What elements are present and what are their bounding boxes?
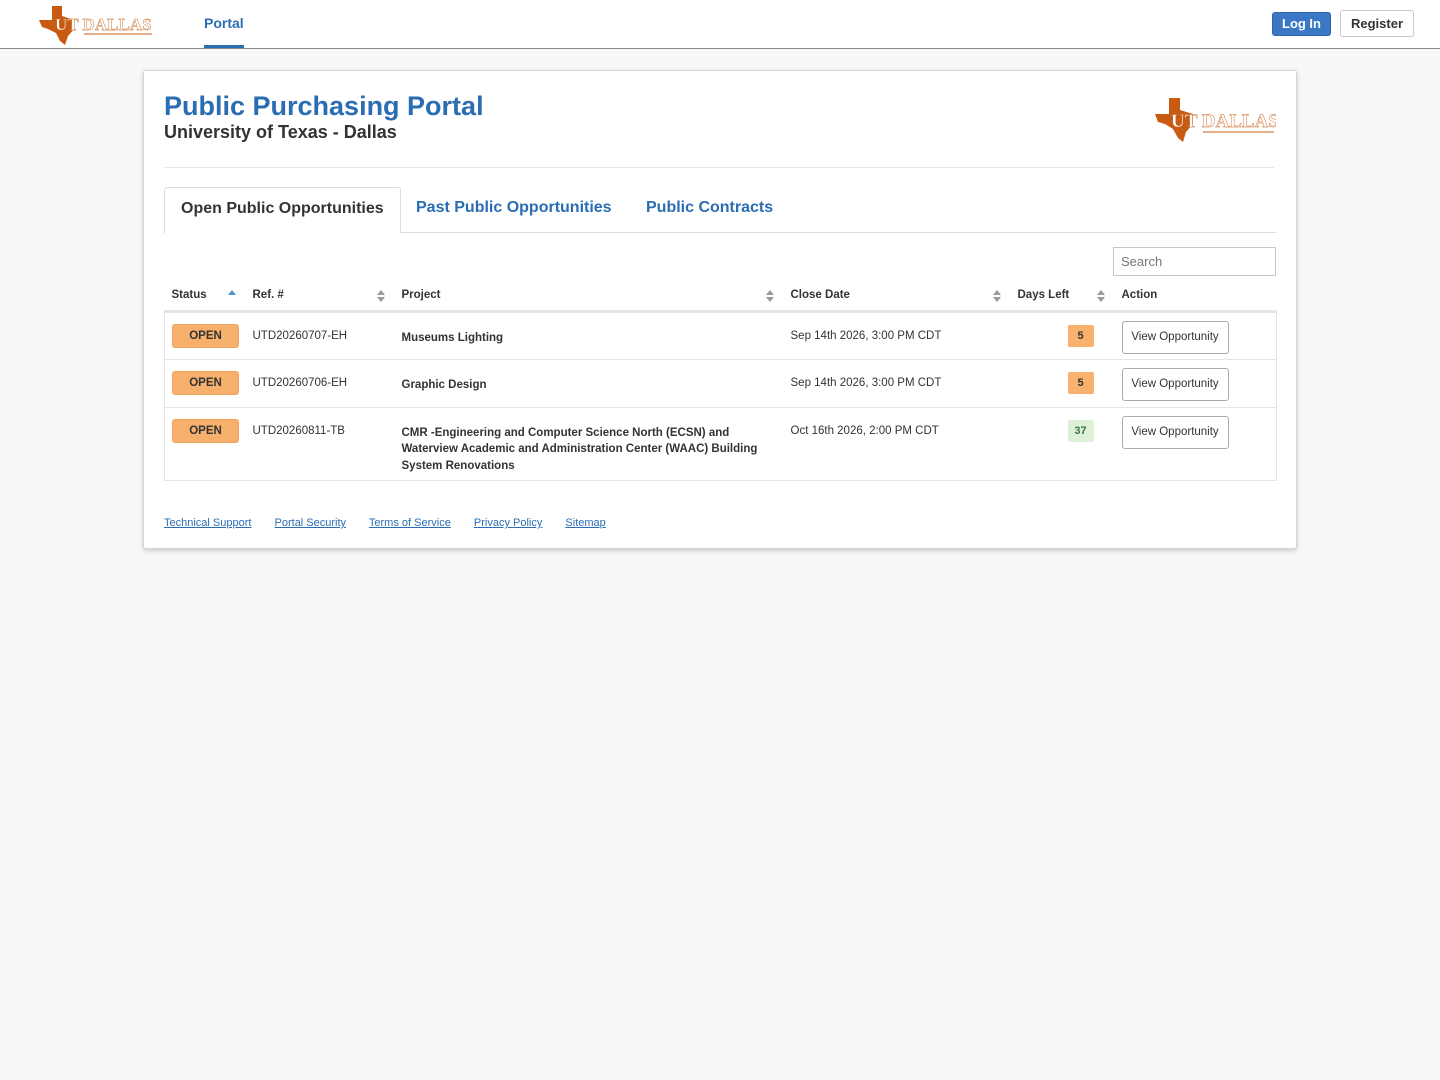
col-header-label: Days Left	[1017, 289, 1070, 302]
col-header-action: Action	[1114, 281, 1277, 313]
opportunities-table: Status Ref. # Project Close Date Days Le…	[164, 281, 1277, 481]
status-badge: OPEN	[172, 323, 239, 348]
project-name: Graphic Design	[401, 378, 487, 391]
project-name: Museums Lighting	[401, 331, 504, 344]
project-name: CMR -Engineering and Computer Science No…	[401, 426, 758, 472]
tab-past-public-opportunities[interactable]: Past Public Opportunities	[400, 187, 628, 233]
portal-card: Public Purchasing Portal University of T…	[143, 70, 1297, 549]
page-subtitle: University of Texas - Dallas	[164, 122, 397, 142]
col-header-project[interactable]: Project	[394, 281, 784, 313]
sort-asc-icon	[227, 290, 236, 295]
logo-text: UT DALLAS	[55, 15, 152, 34]
close-date: Sep 14th 2026, 3:00 PM CDT	[790, 376, 942, 389]
card-logo-text: UT DALLAS	[1171, 111, 1276, 132]
days-left-badge: 5	[1067, 324, 1094, 347]
footer-link-terms-of-service[interactable]: Terms of Service	[369, 517, 451, 529]
days-left-badge: 37	[1067, 419, 1094, 442]
utd-card-logo: UT DALLAS	[1155, 98, 1276, 142]
close-date: Oct 16th 2026, 2:00 PM CDT	[790, 424, 939, 437]
footer-links: Technical Support Portal Security Terms …	[164, 517, 626, 529]
table-row: OPEN UTD20260706-EH Graphic Design Sep 1…	[164, 359, 1277, 408]
col-header-status[interactable]: Status	[164, 281, 246, 313]
search-input[interactable]	[1113, 247, 1276, 276]
sort-both-icon	[992, 290, 1001, 302]
login-button[interactable]: Log In	[1272, 12, 1331, 36]
table-row: OPEN UTD20260811-TB CMR -Engineering and…	[164, 407, 1277, 481]
page-title: Public Purchasing Portal	[164, 91, 484, 121]
title-divider	[164, 167, 1274, 168]
table-header-row: Status Ref. # Project Close Date Days Le…	[164, 281, 1277, 313]
footer-link-privacy-policy[interactable]: Privacy Policy	[474, 517, 542, 529]
col-header-days-left[interactable]: Days Left	[1010, 281, 1115, 313]
tab-public-contracts[interactable]: Public Contracts	[630, 187, 789, 233]
opportunity-tabs: Open Public Opportunities Past Public Op…	[164, 187, 1276, 234]
register-button[interactable]: Register	[1340, 10, 1414, 37]
col-header-label: Action	[1121, 289, 1158, 302]
col-header-close-date[interactable]: Close Date	[783, 281, 1011, 313]
ref-number: UTD20260811-TB	[252, 424, 345, 437]
col-header-label: Ref. #	[252, 289, 284, 302]
table-row: OPEN UTD20260707-EH Museums Lighting Sep…	[164, 311, 1277, 360]
top-nav: UT DALLAS Portal Log In Register	[0, 0, 1440, 49]
view-opportunity-button[interactable]: View Opportunity	[1121, 415, 1229, 449]
col-header-label: Status	[171, 289, 207, 302]
view-opportunity-button[interactable]: View Opportunity	[1121, 367, 1229, 401]
col-header-label: Project	[401, 289, 441, 302]
view-opportunity-button[interactable]: View Opportunity	[1121, 320, 1229, 354]
col-header-label: Close Date	[790, 289, 850, 302]
ref-number: UTD20260707-EH	[252, 329, 348, 342]
status-badge: OPEN	[172, 370, 239, 395]
col-header-ref[interactable]: Ref. #	[245, 281, 395, 313]
utd-logo[interactable]: UT DALLAS	[38, 3, 154, 45]
close-date: Sep 14th 2026, 3:00 PM CDT	[790, 329, 942, 342]
sort-both-icon	[376, 290, 385, 302]
footer-link-portal-security[interactable]: Portal Security	[275, 517, 347, 529]
footer-link-technical-support[interactable]: Technical Support	[164, 517, 251, 529]
ref-number: UTD20260706-EH	[252, 376, 348, 389]
nav-tab-portal[interactable]: Portal	[204, 0, 244, 48]
days-left-badge: 5	[1067, 371, 1094, 394]
footer-link-sitemap[interactable]: Sitemap	[565, 517, 605, 529]
sort-both-icon	[1096, 290, 1105, 302]
tab-open-public-opportunities[interactable]: Open Public Opportunities	[164, 187, 401, 234]
sort-both-icon	[765, 290, 774, 302]
status-badge: OPEN	[172, 418, 239, 443]
